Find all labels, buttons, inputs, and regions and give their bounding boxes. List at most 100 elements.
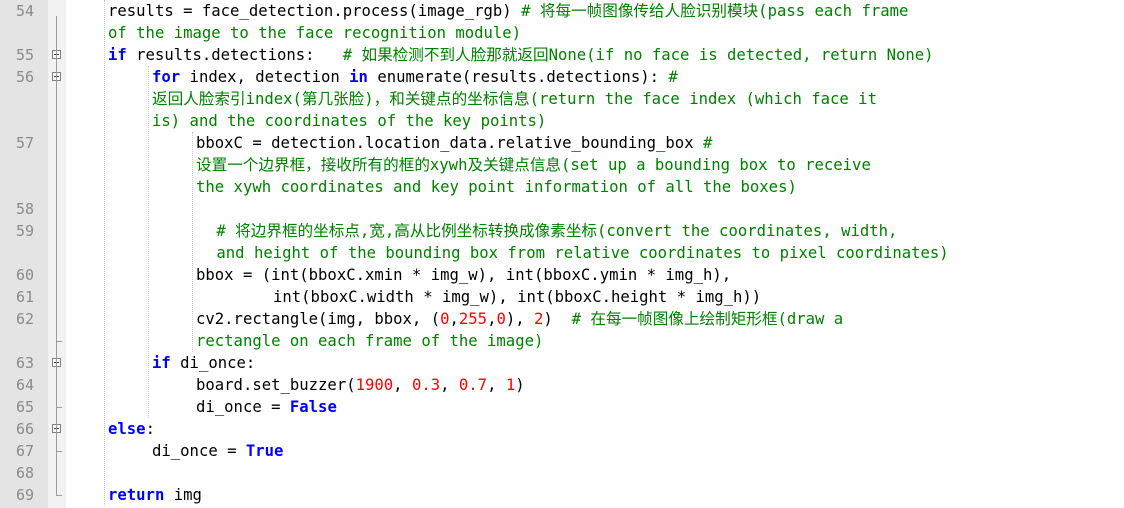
code-line[interactable]: 59 # 将边界框的坐标点,宽,高从比例坐标转换成像素坐标(convert th…: [0, 220, 1124, 242]
comment-token: # 将边界框的坐标点,宽,高从比例坐标转换成像素坐标(convert the c…: [207, 222, 898, 240]
code-text[interactable]: rectangle on each frame of the image): [196, 330, 543, 352]
code-text[interactable]: if di_once:: [152, 352, 255, 374]
line-number: [0, 88, 34, 110]
code-token: cv2.rectangle(img, bbox, (: [196, 310, 441, 328]
code-token: bboxC = detection.location_data.relative…: [196, 134, 703, 152]
line-number: 66: [15, 420, 34, 438]
code-text[interactable]: is) and the coordinates of the key point…: [152, 110, 546, 132]
keyword-token: if: [152, 354, 171, 372]
line-number: 62: [15, 310, 34, 328]
code-line[interactable]: the xywh coordinates and key point infor…: [0, 176, 1124, 198]
comment-token: rectangle on each frame of the image): [196, 332, 544, 350]
code-text[interactable]: 设置一个边界框，接收所有的框的xywh及关键点信息(set up a bound…: [196, 154, 871, 176]
code-text[interactable]: of the image to the face recognition mod…: [108, 22, 521, 44]
fold-tree-line: [56, 16, 57, 495]
line-number: [0, 330, 34, 352]
keyword-token: else: [108, 420, 146, 438]
code-line[interactable]: 68: [0, 462, 1124, 484]
code-line[interactable]: 57 bboxC = detection.location_data.relati…: [0, 132, 1124, 154]
keyword-token: False: [289, 398, 337, 416]
code-token: board.set_buzzer(: [196, 376, 356, 394]
code-line[interactable]: 54 results = face_detection.process(image…: [0, 0, 1124, 22]
code-token: ,: [449, 310, 459, 328]
code-text[interactable]: and height of the bounding box from rela…: [207, 242, 949, 264]
code-text[interactable]: board.set_buzzer(1900, 0.3, 0.7, 1): [196, 374, 525, 396]
line-number: 55: [15, 46, 34, 64]
code-line[interactable]: and height of the bounding box from rela…: [0, 242, 1124, 264]
keyword-token: True: [245, 442, 284, 460]
line-number: 69: [15, 486, 34, 504]
line-number: 60: [15, 266, 34, 284]
code-text[interactable]: cv2.rectangle(img, bbox, (0,255,0), 2) #…: [196, 308, 843, 330]
code-token: ): [543, 310, 572, 328]
code-line[interactable]: rectangle on each frame of the image): [0, 330, 1124, 352]
code-editor[interactable]: 54 results = face_detection.process(image…: [0, 0, 1124, 508]
code-line[interactable]: 返回人脸索引index(第几张脸)，和关键点的坐标信息(return the f…: [0, 88, 1124, 110]
code-line[interactable]: 65 di_once = False: [0, 396, 1124, 418]
number-token: 2: [534, 310, 544, 328]
code-line[interactable]: 64 board.set_buzzer(1900, 0.3, 0.7, 1): [0, 374, 1124, 396]
code-text[interactable]: # 将边界框的坐标点,宽,高从比例坐标转换成像素坐标(convert the c…: [207, 220, 897, 242]
code-text[interactable]: for index, detection in enumerate(result…: [152, 66, 678, 88]
code-token: di_once =: [196, 398, 290, 416]
comment-token: and height of the bounding box from rela…: [207, 244, 949, 262]
code-text[interactable]: the xywh coordinates and key point infor…: [196, 176, 797, 198]
code-line[interactable]: 66 else:: [0, 418, 1124, 440]
fold-end-marker: [56, 495, 62, 496]
fold-end-marker: [56, 407, 62, 408]
code-text[interactable]: di_once = False: [196, 396, 337, 418]
line-number: 56: [15, 68, 34, 86]
fold-end-marker: [56, 451, 62, 452]
code-token: bbox = (int(bboxC.xmin * img_w), int(bbo…: [196, 266, 732, 284]
code-line[interactable]: 63 if di_once:: [0, 352, 1124, 374]
code-token: :: [145, 420, 155, 438]
code-line[interactable]: 69 return img: [0, 484, 1124, 506]
code-token: int(bboxC.width * img_w), int(bboxC.heig…: [273, 288, 762, 306]
line-number: 54: [15, 2, 34, 20]
code-text[interactable]: di_once = True: [152, 440, 283, 462]
line-number: 57: [15, 134, 34, 152]
number-token: 0.7: [458, 376, 488, 394]
code-line[interactable]: of the image to the face recognition mod…: [0, 22, 1124, 44]
code-text[interactable]: bboxC = detection.location_data.relative…: [196, 132, 712, 154]
code-line[interactable]: 62 cv2.rectangle(img, bbox, (0,255,0), 2)…: [0, 308, 1124, 330]
code-token: di_once:: [170, 354, 256, 372]
indent-guide: [192, 132, 193, 352]
line-number: 65: [15, 398, 34, 416]
comment-token: # 在每一帧图像上绘制矩形框(draw a: [571, 310, 844, 328]
line-number: [0, 154, 34, 176]
number-token: 0: [496, 310, 506, 328]
code-token: ,: [440, 376, 459, 394]
line-number: 58: [15, 200, 34, 218]
comment-token: is) and the coordinates of the key point…: [152, 112, 547, 130]
number-token: 1900: [355, 376, 394, 394]
line-number: [0, 110, 34, 132]
comment-token: #: [702, 134, 713, 152]
code-line[interactable]: 60 bbox = (int(bboxC.xmin * img_w), int(b…: [0, 264, 1124, 286]
line-number: 64: [15, 376, 34, 394]
number-token: 0: [440, 310, 450, 328]
number-token: 255: [458, 310, 488, 328]
line-number: 68: [15, 464, 34, 482]
code-line[interactable]: is) and the coordinates of the key point…: [0, 110, 1124, 132]
code-token: ),: [505, 310, 535, 328]
comment-token: # 如果检测不到人脸那就返回None(if no face is detecte…: [342, 46, 934, 64]
keyword-token: if: [108, 46, 127, 64]
code-text[interactable]: return img: [108, 484, 202, 506]
code-line[interactable]: 56 for index, detection in enumerate(resu…: [0, 66, 1124, 88]
code-token: results = face_detection.process(image_r…: [108, 2, 522, 20]
code-line[interactable]: 67 di_once = True: [0, 440, 1124, 462]
code-line[interactable]: 55 if results.detections: # 如果检测不到人脸那就返回N…: [0, 44, 1124, 66]
code-line[interactable]: 61 int(bboxC.width * img_w), int(bboxC.he…: [0, 286, 1124, 308]
code-text[interactable]: else:: [108, 418, 155, 440]
code-text[interactable]: results = face_detection.process(image_r…: [108, 0, 908, 22]
code-text[interactable]: if results.detections: # 如果检测不到人脸那就返回Non…: [108, 44, 934, 66]
line-number: [0, 176, 34, 198]
code-line[interactable]: 设置一个边界框，接收所有的框的xywh及关键点信息(set up a bound…: [0, 154, 1124, 176]
keyword-token: in: [349, 68, 368, 86]
code-line[interactable]: 58: [0, 198, 1124, 220]
code-text[interactable]: bbox = (int(bboxC.xmin * img_w), int(bbo…: [196, 264, 731, 286]
fold-end-marker: [56, 341, 62, 342]
code-text[interactable]: 返回人脸索引index(第几张脸)，和关键点的坐标信息(return the f…: [152, 88, 877, 110]
code-text[interactable]: int(bboxC.width * img_w), int(bboxC.heig…: [273, 286, 761, 308]
